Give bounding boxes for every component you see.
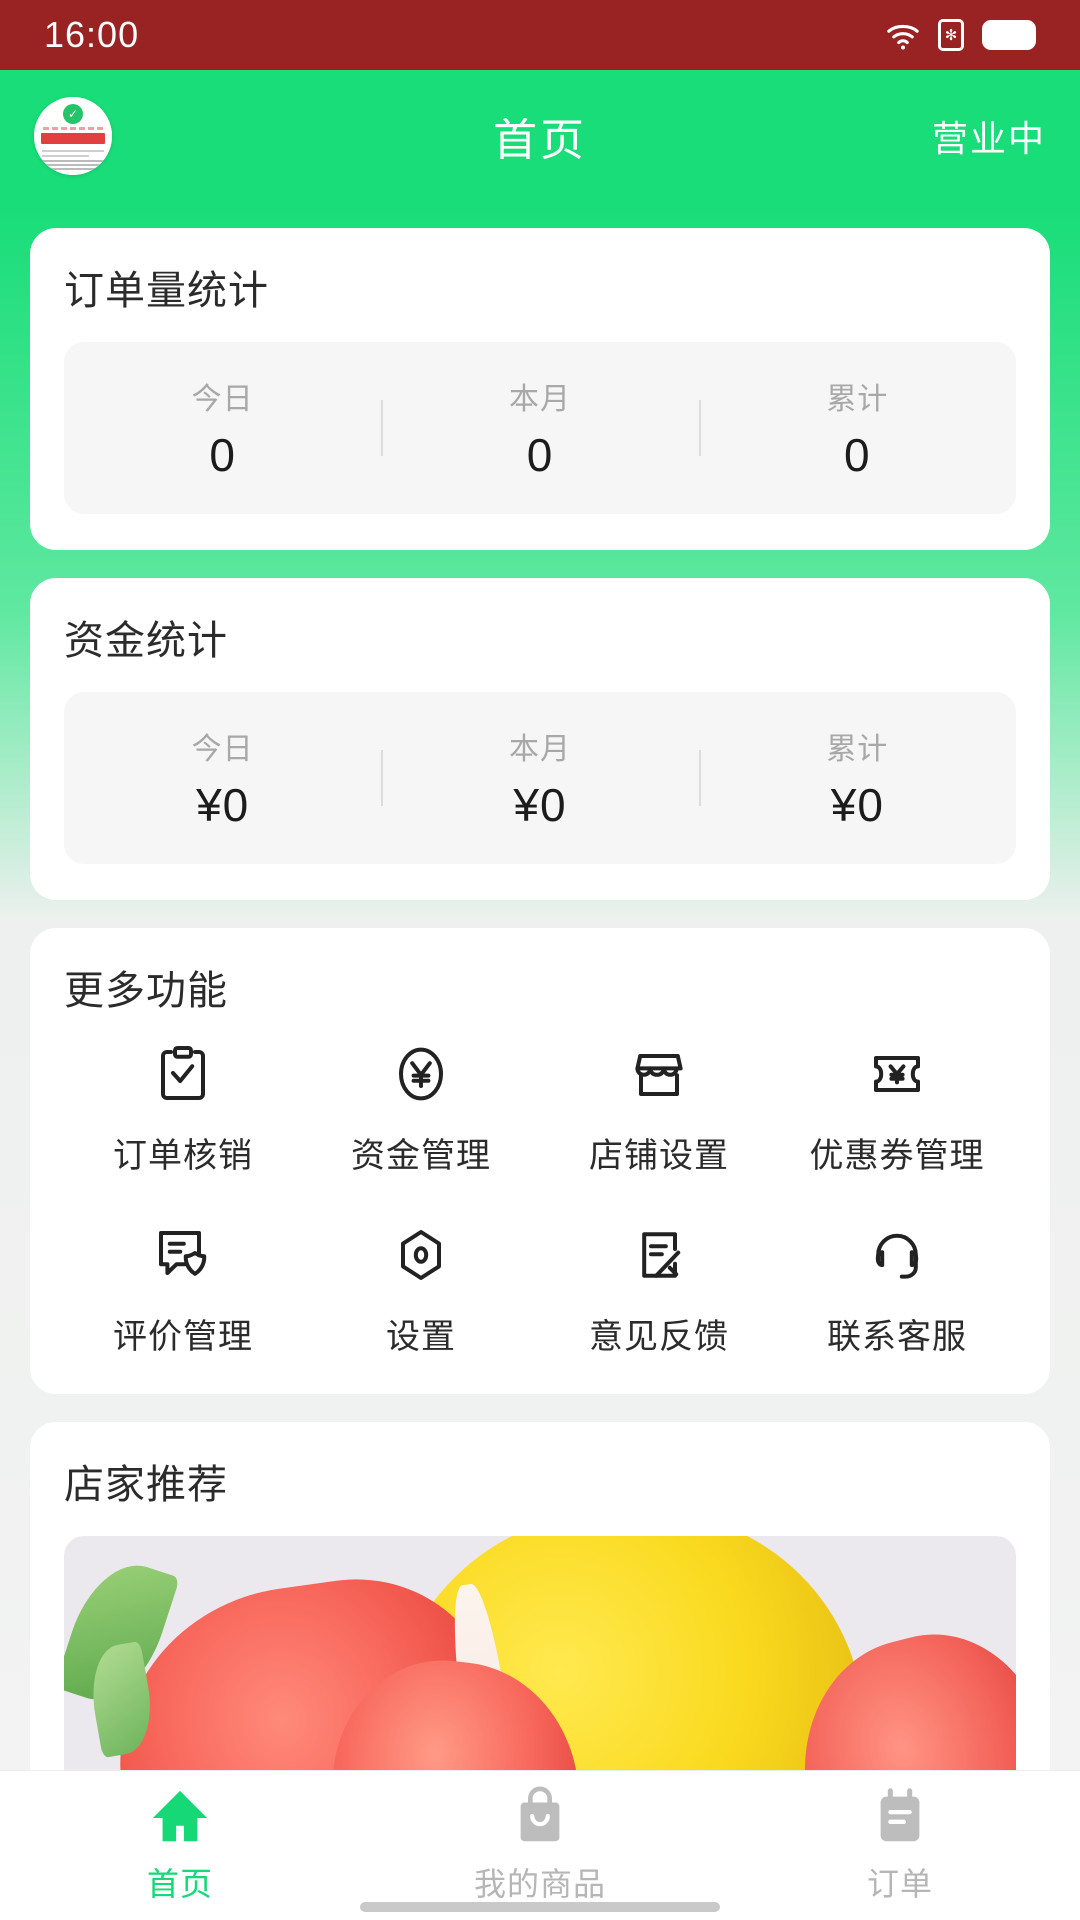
stat-value: 0 xyxy=(209,429,236,481)
recommendation-banner[interactable] xyxy=(64,1536,1016,1770)
funds-stats-card: 资金统计 今日 ¥0 本月 ¥0 累计 ¥0 xyxy=(30,578,1050,900)
funds-stats-box: 今日 ¥0 本月 ¥0 累计 ¥0 xyxy=(64,692,1016,864)
logo-top-text xyxy=(43,127,103,130)
order-stats-title: 订单量统计 xyxy=(64,269,269,313)
app-header: ✓ 首页 营业中 xyxy=(0,70,1080,202)
function-label: 评价管理 xyxy=(113,1318,253,1356)
stat-value: ¥0 xyxy=(196,779,250,831)
logo-text-block xyxy=(42,160,104,170)
app-screen: 16:00 ✻ ✓ 首页 营业中 订单量统计 今日 0 本月 0 累计 0 资金… xyxy=(0,0,1080,1920)
stat-value: 0 xyxy=(526,429,554,481)
logo-line-1 xyxy=(42,150,104,152)
logo-line-2 xyxy=(42,155,89,157)
funds-stats-title: 资金统计 xyxy=(64,619,228,663)
tab-home[interactable]: 首页 xyxy=(0,1785,360,1905)
hexagon-gear-icon xyxy=(389,1223,453,1287)
function-item-funds-manage[interactable]: 资金管理 xyxy=(302,1042,540,1177)
store-icon xyxy=(627,1042,691,1106)
function-item-order-verify[interactable]: 订单核销 xyxy=(64,1042,302,1177)
tab-my-products[interactable]: 我的商品 xyxy=(360,1785,720,1905)
order-stats-card: 订单量统计 今日 0 本月 0 累计 0 xyxy=(30,228,1050,550)
sim-card-icon: ✻ xyxy=(938,19,964,51)
tab-orders[interactable]: 订单 xyxy=(720,1785,1080,1905)
headset-icon xyxy=(865,1223,929,1287)
stat-value: 0 xyxy=(844,429,871,481)
status-icon-group: ✻ xyxy=(886,19,1036,51)
function-item-coupon-manage[interactable]: 优惠券管理 xyxy=(778,1042,1016,1177)
function-grid: 订单核销 资金管理 店铺设置 优惠券管理 评价管理 设置 意见反馈 联系客服 xyxy=(64,1042,1016,1358)
more-functions-title: 更多功能 xyxy=(64,969,228,1013)
shop-logo[interactable]: ✓ xyxy=(34,97,112,175)
function-label: 订单核销 xyxy=(113,1137,253,1175)
page-title: 首页 xyxy=(493,116,587,165)
business-status-badge[interactable]: 营业中 xyxy=(932,110,1046,162)
bottom-tab-bar: 首页 我的商品 订单 xyxy=(0,1770,1080,1920)
stat-label: 本月 xyxy=(508,733,571,766)
wifi-icon xyxy=(886,22,920,50)
stat-label: 今日 xyxy=(191,383,254,416)
function-item-review-manage[interactable]: 评价管理 xyxy=(64,1223,302,1358)
recommendation-title: 店家推荐 xyxy=(64,1463,228,1507)
funds-stat-month[interactable]: 本月 ¥0 xyxy=(381,724,698,832)
battery-icon xyxy=(982,20,1036,50)
funds-stat-total[interactable]: 累计 ¥0 xyxy=(698,724,1016,832)
order-stat-today[interactable]: 今日 0 xyxy=(64,374,381,482)
function-label: 意见反馈 xyxy=(589,1318,729,1356)
function-label: 设置 xyxy=(386,1318,456,1356)
stat-label: 本月 xyxy=(508,383,571,416)
status-bar: 16:00 ✻ xyxy=(0,0,1080,70)
funds-stat-today[interactable]: 今日 ¥0 xyxy=(64,724,381,832)
home-indicator xyxy=(360,1902,720,1912)
function-label: 联系客服 xyxy=(827,1318,967,1356)
order-stat-month[interactable]: 本月 0 xyxy=(381,374,698,482)
clipboard-check-icon xyxy=(151,1042,215,1106)
logo-card: ✓ xyxy=(34,97,112,175)
stat-label: 累计 xyxy=(826,733,889,766)
function-label: 资金管理 xyxy=(351,1137,491,1175)
tab-label: 订单 xyxy=(866,1866,933,1902)
more-functions-card: 更多功能 订单核销 资金管理 店铺设置 优惠券管理 评价管理 设置 意见反馈 联… xyxy=(30,928,1050,1394)
home-icon xyxy=(149,1785,211,1847)
function-item-shop-settings[interactable]: 店铺设置 xyxy=(540,1042,778,1177)
coupon-yen-icon xyxy=(865,1042,929,1106)
comment-shield-icon xyxy=(151,1223,215,1287)
tab-label: 首页 xyxy=(146,1866,213,1902)
recommendation-card: 店家推荐 xyxy=(30,1422,1050,1770)
order-stat-total[interactable]: 累计 0 xyxy=(698,374,1016,482)
order-stats-box: 今日 0 本月 0 累计 0 xyxy=(64,342,1016,514)
function-item-feedback[interactable]: 意见反馈 xyxy=(540,1223,778,1358)
scroll-content[interactable]: 订单量统计 今日 0 本月 0 累计 0 资金统计 今日 ¥0 本月 ¥0 累计… xyxy=(0,202,1080,1770)
document-edit-icon xyxy=(627,1223,691,1287)
stat-value: ¥0 xyxy=(830,779,884,831)
function-label: 店铺设置 xyxy=(589,1137,729,1175)
shopping-bag-icon xyxy=(509,1785,571,1847)
stat-label: 今日 xyxy=(191,733,254,766)
yen-circle-icon xyxy=(389,1042,453,1106)
function-label: 优惠券管理 xyxy=(809,1137,985,1175)
logo-red-title xyxy=(41,133,105,144)
verified-check-icon: ✓ xyxy=(63,104,83,124)
stat-label: 累计 xyxy=(826,383,889,416)
tab-label: 我的商品 xyxy=(473,1866,606,1902)
stat-value: ¥0 xyxy=(513,779,567,831)
order-clipboard-icon xyxy=(869,1785,931,1847)
function-item-contact-support[interactable]: 联系客服 xyxy=(778,1223,1016,1358)
status-time: 16:00 xyxy=(44,14,140,55)
function-item-settings[interactable]: 设置 xyxy=(302,1223,540,1358)
